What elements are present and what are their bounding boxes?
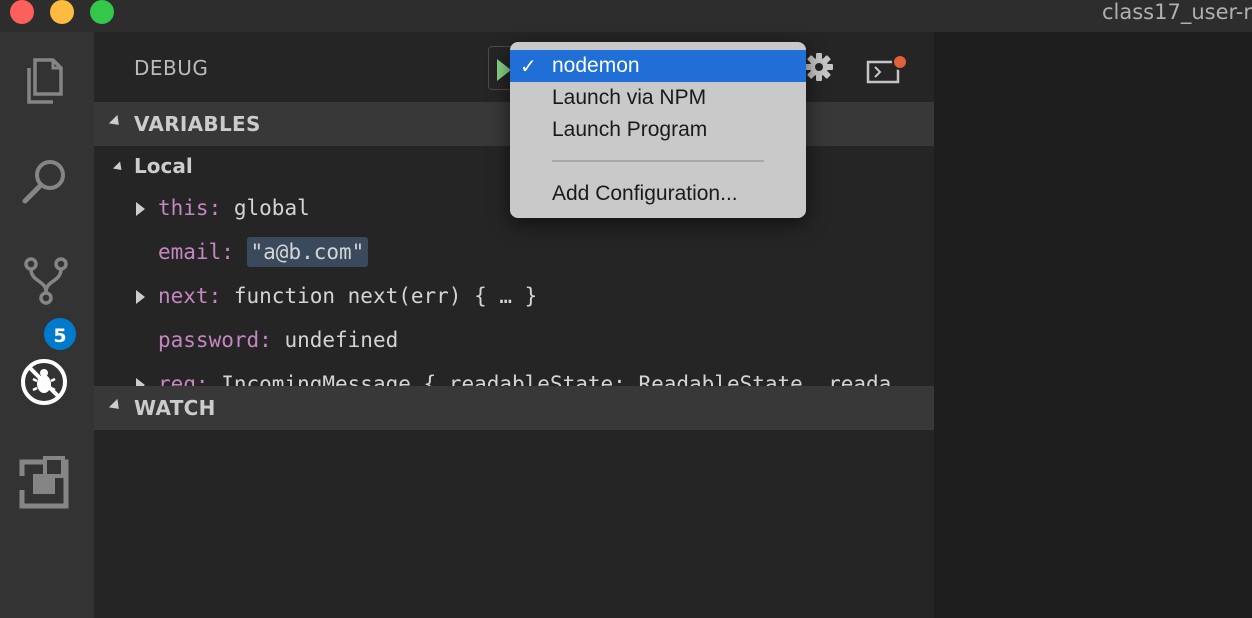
configuration-menu: ✓ nodemon Launch via NPM Launch Program … (510, 42, 806, 218)
debug-title: DEBUG (134, 56, 209, 80)
variable-row-email[interactable]: email: "a@b.com" (94, 237, 934, 272)
title-bar: class17_user-r (0, 0, 1252, 32)
menu-item-add-configuration[interactable]: Add Configuration... (510, 178, 806, 210)
variable-name: next: (158, 284, 222, 308)
collapse-triangle-icon (108, 398, 124, 414)
maximize-window-button[interactable] (90, 0, 114, 24)
menu-item-launch-via-npm[interactable]: Launch via NPM (510, 82, 806, 114)
variable-value: function next(err) { … } (233, 284, 538, 308)
variable-name: password: (158, 328, 272, 352)
expand-arrow-icon[interactable] (136, 378, 145, 386)
start-debugging-icon[interactable] (497, 59, 511, 81)
menu-item-label: Launch Program (552, 118, 708, 141)
extensions-icon[interactable] (17, 450, 77, 510)
menu-item-label: Launch via NPM (552, 86, 707, 109)
debug-icon[interactable] (17, 352, 77, 412)
close-window-button[interactable] (10, 0, 34, 24)
watch-panel[interactable] (94, 430, 934, 618)
menu-item-nodemon[interactable]: ✓ nodemon (510, 50, 806, 82)
expand-triangle-icon (112, 161, 126, 174)
variable-value: IncomingMessage { readableState: Readabl… (221, 372, 892, 386)
variable-name: email: (158, 240, 234, 264)
search-icon[interactable] (17, 150, 77, 210)
files-icon[interactable] (17, 50, 77, 110)
variable-value-highlighted: "a@b.com" (246, 237, 369, 267)
variable-name: req: (158, 372, 209, 386)
variable-value: undefined (284, 328, 399, 352)
variable-value: global (233, 196, 310, 220)
variable-row-req[interactable]: req: IncomingMessage { readableState: Re… (94, 370, 934, 386)
scope-label: Local (134, 154, 193, 178)
window-title: class17_user-r (1101, 0, 1252, 24)
menu-item-label: nodemon (552, 54, 640, 77)
collapse-triangle-icon (108, 114, 124, 130)
expand-arrow-icon[interactable] (136, 290, 145, 304)
debug-console-icon[interactable] (866, 54, 910, 84)
variable-name: this: (158, 196, 222, 220)
activity-bar: 5 (0, 32, 94, 618)
menu-separator (552, 160, 764, 162)
expand-arrow-icon[interactable] (136, 202, 145, 216)
minimize-window-button[interactable] (50, 0, 74, 24)
source-control-icon[interactable] (17, 250, 77, 310)
menu-item-label: Add Configuration... (552, 182, 738, 205)
gear-icon[interactable] (804, 52, 834, 82)
scm-badge: 5 (42, 316, 78, 352)
checkmark-icon: ✓ (520, 56, 537, 78)
variables-title: VARIABLES (134, 112, 261, 136)
variable-row-next[interactable]: next: function next(err) { … } (94, 282, 934, 316)
watch-section-header[interactable]: WATCH (94, 386, 934, 430)
vscode-window: class17_user-r 5 DEBUG VARIABLES Local t… (0, 0, 1252, 618)
variable-row-password[interactable]: password: undefined (94, 326, 934, 360)
watch-title: WATCH (134, 396, 216, 420)
menu-item-launch-program[interactable]: Launch Program (510, 114, 806, 146)
editor-area[interactable] (934, 32, 1252, 618)
